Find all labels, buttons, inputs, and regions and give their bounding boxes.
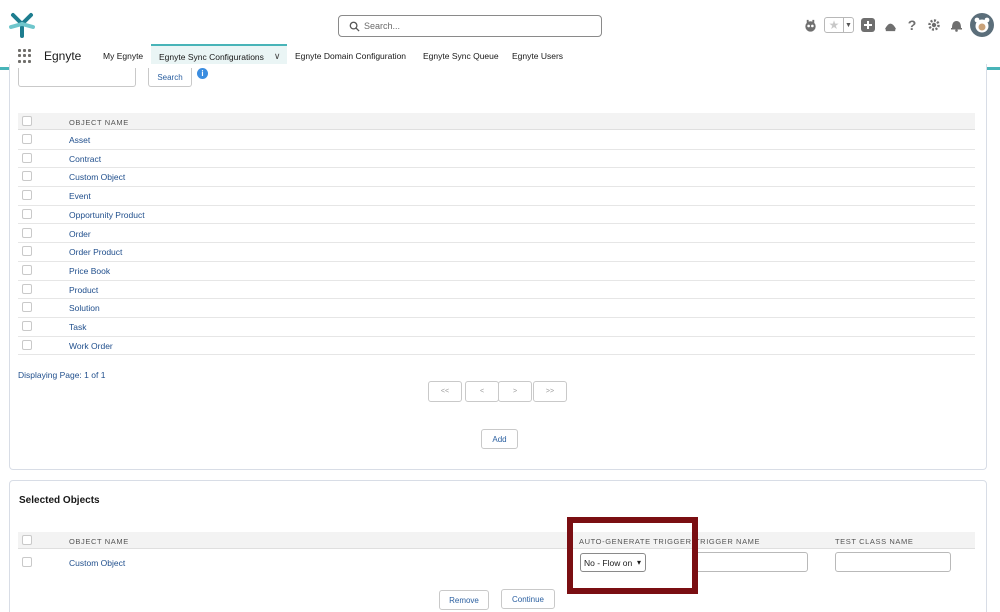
table-row: Price Book	[18, 262, 975, 281]
tab-label: Egnyte Sync Configurations	[159, 51, 264, 62]
first-page-label: <<	[440, 388, 450, 395]
object-name-link[interactable]: Contract	[69, 154, 101, 164]
column-header-trigger-name: TRIGGER NAME	[695, 537, 761, 546]
favorites-control[interactable]: ★ ▼	[824, 17, 854, 33]
selected-table-header: OBJECT NAME TRIGGER NAME TEST CLASS NAME…	[18, 532, 975, 549]
select-all-checkbox[interactable]	[22, 535, 32, 545]
table-row: Asset	[18, 131, 975, 150]
row-checkbox[interactable]	[22, 264, 32, 275]
chevron-down-icon[interactable]: ∨	[274, 51, 281, 62]
search-button[interactable]: Search	[148, 68, 192, 87]
previous-page-label: <	[479, 388, 485, 395]
select-all-checkbox[interactable]	[22, 116, 32, 126]
row-checkbox[interactable]	[22, 227, 32, 238]
object-name-link[interactable]: Opportunity Product	[69, 210, 145, 220]
add-button-label: Add	[492, 434, 507, 444]
tab-label: Egnyte Users	[512, 50, 564, 61]
table-row: Order Product	[18, 243, 975, 262]
continue-button[interactable]: Continue	[501, 589, 555, 609]
app-launcher-icon[interactable]	[18, 49, 32, 63]
row-checkbox[interactable]	[22, 134, 32, 144]
continue-button-label: Continue	[511, 594, 545, 604]
remove-button[interactable]: Remove	[439, 590, 489, 610]
row-checkbox[interactable]	[22, 152, 32, 163]
table-row: Solution	[18, 299, 975, 318]
row-checkbox[interactable]	[22, 190, 32, 201]
object-name-link[interactable]: Work Order	[69, 341, 113, 351]
trigger-name-input[interactable]	[694, 552, 808, 572]
first-page-button[interactable]: <<	[428, 381, 462, 402]
column-header-object-name: OBJECT NAME	[69, 537, 129, 546]
highlight-box	[567, 517, 698, 594]
add-button[interactable]: Add	[481, 429, 518, 449]
info-icon[interactable]: i	[197, 68, 208, 79]
setup-gear-icon[interactable]	[926, 17, 942, 33]
selected-table-row: Custom Object	[18, 549, 975, 577]
object-name-link[interactable]: Order	[69, 229, 91, 239]
search-placeholder: Search...	[364, 21, 401, 31]
table-row: Task	[18, 318, 975, 337]
row-checkbox[interactable]	[22, 171, 32, 182]
next-page-label: >	[512, 388, 518, 395]
app-name: Egnyte	[44, 49, 82, 63]
tab-label: Egnyte Sync Queue	[423, 50, 499, 61]
selected-objects-title: Selected Objects	[19, 495, 100, 506]
object-name-link[interactable]: Custom Object	[69, 558, 125, 568]
test-class-name-input[interactable]	[835, 552, 951, 572]
objects-table-header: OBJECT NAME	[18, 113, 975, 130]
object-name-link[interactable]: Event	[69, 191, 91, 201]
remove-button-label: Remove	[449, 595, 479, 605]
search-icon	[349, 21, 360, 32]
help-icon[interactable]: ?	[904, 17, 920, 33]
add-icon[interactable]	[860, 17, 876, 33]
tab-label: My Egnyte	[103, 50, 144, 61]
object-name-link[interactable]: Asset	[69, 135, 90, 145]
object-name-link[interactable]: Task	[69, 322, 86, 332]
table-row: Event	[18, 187, 975, 206]
egnyte-logo-icon[interactable]	[8, 10, 36, 38]
object-name-link[interactable]: Solution	[69, 303, 100, 313]
row-checkbox[interactable]	[22, 557, 32, 567]
last-page-label: >>	[545, 388, 555, 395]
row-checkbox[interactable]	[22, 302, 32, 313]
object-name-link[interactable]: Custom Object	[69, 172, 125, 182]
previous-page-button[interactable]: <	[465, 381, 499, 402]
notification-bell-icon[interactable]	[948, 17, 964, 33]
search-button-label: Search	[157, 72, 183, 82]
row-checkbox[interactable]	[22, 283, 32, 294]
table-row: Product	[18, 281, 975, 300]
object-search-input[interactable]	[18, 68, 136, 87]
row-checkbox[interactable]	[22, 321, 32, 331]
table-row: Order	[18, 225, 975, 244]
favorite-star-icon[interactable]: ★	[825, 18, 843, 32]
row-checkbox[interactable]	[22, 246, 32, 257]
row-checkbox[interactable]	[22, 208, 32, 219]
object-name-link[interactable]: Product	[69, 285, 98, 295]
table-row: Opportunity Product	[18, 206, 975, 225]
row-checkbox[interactable]	[22, 339, 32, 350]
last-page-button[interactable]: >>	[533, 381, 567, 402]
column-header-test-class-name: TEST CLASS NAME	[835, 537, 914, 546]
tab-label: Egnyte Domain Configuration	[295, 50, 407, 61]
global-header: Search... ★ ▼ ?	[0, 0, 1000, 44]
next-page-button[interactable]: >	[498, 381, 532, 402]
column-header-object-name: OBJECT NAME	[69, 118, 129, 127]
table-row: Contract	[18, 150, 975, 169]
table-row: Work Order	[18, 337, 975, 356]
trailhead-icon[interactable]	[882, 17, 898, 33]
object-name-link[interactable]: Price Book	[69, 266, 110, 276]
table-row: Custom Object	[18, 168, 975, 188]
object-name-link[interactable]: Order Product	[69, 247, 122, 257]
header-utility-icons: ★ ▼ ?	[802, 12, 994, 38]
favorites-dropdown-icon[interactable]: ▼	[843, 18, 853, 32]
page-info: Displaying Page: 1 of 1	[18, 370, 106, 380]
user-avatar[interactable]	[970, 13, 994, 37]
global-search-input[interactable]: Search...	[338, 15, 602, 37]
einstein-icon[interactable]	[802, 17, 818, 33]
